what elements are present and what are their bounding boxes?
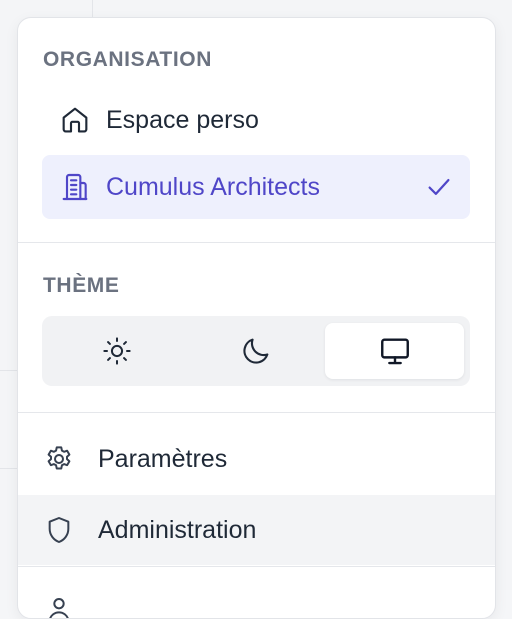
settings-menu-item[interactable]: Paramètres [18, 424, 495, 494]
account-dropdown-menu: ORGANISATION Espace perso Cumulus Archit… [17, 17, 496, 619]
building-icon [58, 170, 92, 204]
next-menu-item[interactable] [18, 574, 495, 619]
org-item-espace-perso[interactable]: Espace perso [42, 88, 470, 152]
theme-heading: THÈME [43, 274, 120, 298]
theme-option-light[interactable] [48, 323, 187, 379]
gear-icon [42, 442, 76, 476]
administration-label: Administration [98, 516, 256, 545]
theme-option-dark[interactable] [187, 323, 326, 379]
home-icon [58, 103, 92, 137]
settings-label: Paramètres [98, 445, 227, 474]
user-icon [42, 592, 76, 619]
sun-icon [101, 335, 133, 367]
section-divider [18, 242, 495, 243]
theme-switcher [42, 316, 470, 386]
section-divider [18, 412, 495, 413]
org-item-label: Espace perso [106, 106, 259, 135]
org-item-label: Cumulus Architects [106, 173, 320, 202]
shield-icon [42, 513, 76, 547]
theme-option-system[interactable] [325, 323, 464, 379]
organisation-heading: ORGANISATION [43, 48, 212, 72]
org-item-cumulus-architects[interactable]: Cumulus Architects [42, 155, 470, 219]
moon-icon [240, 335, 272, 367]
section-divider [18, 566, 495, 567]
monitor-icon [378, 334, 412, 368]
administration-menu-item[interactable]: Administration [18, 495, 495, 565]
check-icon [424, 172, 454, 202]
